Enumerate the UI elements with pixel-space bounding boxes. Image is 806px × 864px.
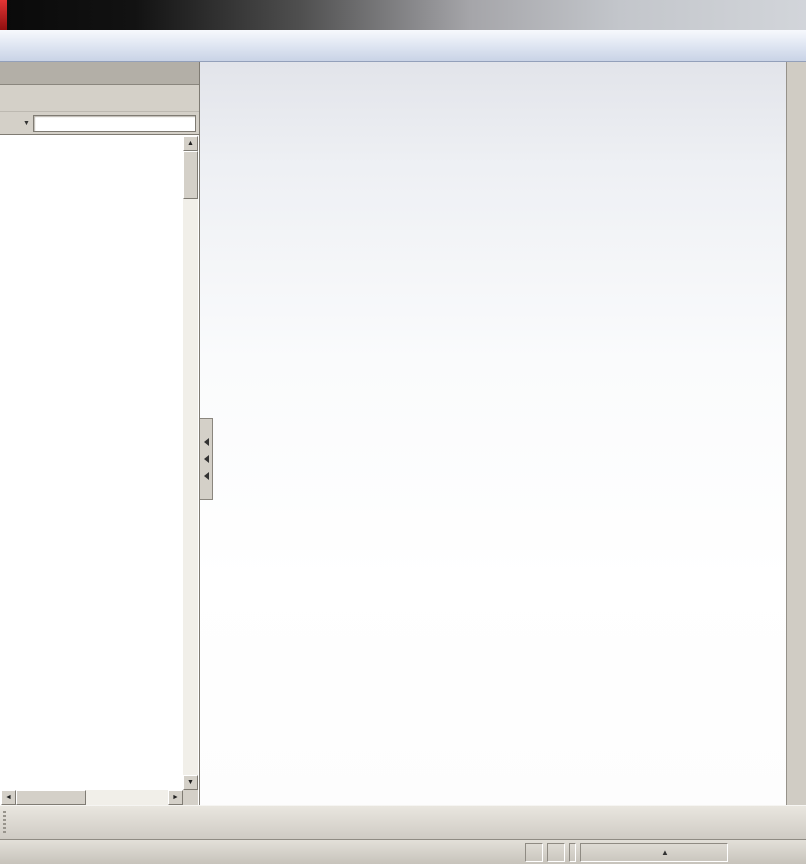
quick-snaps-toolbar bbox=[0, 805, 806, 839]
horizontal-scroll-thumb[interactable] bbox=[16, 790, 86, 805]
collapse-arrow-icon bbox=[203, 438, 209, 446]
collapse-arrow-icon bbox=[203, 472, 209, 480]
status-empty-cell bbox=[569, 842, 576, 862]
titlebar bbox=[0, 0, 806, 30]
tree-vertical-scrollbar[interactable]: ▲ ▼ bbox=[183, 136, 198, 790]
feature-manager-panel: ▼ ▲ ▼ ◄ ► bbox=[0, 62, 200, 805]
vertical-scroll-thumb[interactable] bbox=[183, 151, 198, 199]
graphics-area[interactable] bbox=[200, 62, 786, 805]
solidworks-window: ▼ ▲ ▼ ◄ ► ▲ bbox=[0, 0, 806, 864]
status-bar: ▲ bbox=[0, 839, 806, 864]
panel-collapse-handle[interactable] bbox=[200, 418, 213, 500]
scroll-down-button[interactable]: ▼ bbox=[183, 775, 198, 790]
tree-filter-input[interactable] bbox=[32, 114, 196, 132]
manager-tab-bar bbox=[0, 85, 199, 112]
tree-horizontal-scrollbar[interactable]: ◄ ► bbox=[1, 790, 183, 805]
commandmanager-tabs bbox=[0, 62, 199, 85]
filter-funnel-icon[interactable] bbox=[3, 116, 19, 131]
3d-model-view[interactable] bbox=[200, 62, 786, 805]
assembly-toolbar bbox=[0, 30, 806, 62]
collapse-arrow-icon bbox=[203, 455, 209, 463]
brand-stripe bbox=[0, 0, 7, 30]
task-pane-strip bbox=[786, 62, 806, 805]
scrollbar-corner bbox=[183, 790, 198, 805]
task-pane-close-button[interactable] bbox=[787, 66, 806, 84]
feature-tree: ▲ ▼ ◄ ► bbox=[0, 134, 199, 805]
toolbar-drag-handle[interactable] bbox=[3, 810, 6, 835]
status-editing-assembly bbox=[547, 842, 565, 862]
scroll-left-button[interactable]: ◄ bbox=[1, 790, 16, 805]
scroll-right-button[interactable]: ► bbox=[168, 790, 183, 805]
scroll-up-button[interactable]: ▲ bbox=[183, 136, 198, 151]
feature-tree-list bbox=[1, 136, 183, 790]
filter-dropdown-icon[interactable]: ▼ bbox=[23, 120, 30, 127]
tag-icon[interactable] bbox=[772, 844, 792, 861]
status-fully-defined bbox=[525, 842, 543, 862]
tree-filter-row: ▼ bbox=[0, 112, 199, 134]
status-custom[interactable]: ▲ bbox=[580, 842, 728, 862]
status-custom-dropdown-icon[interactable]: ▲ bbox=[661, 848, 669, 857]
